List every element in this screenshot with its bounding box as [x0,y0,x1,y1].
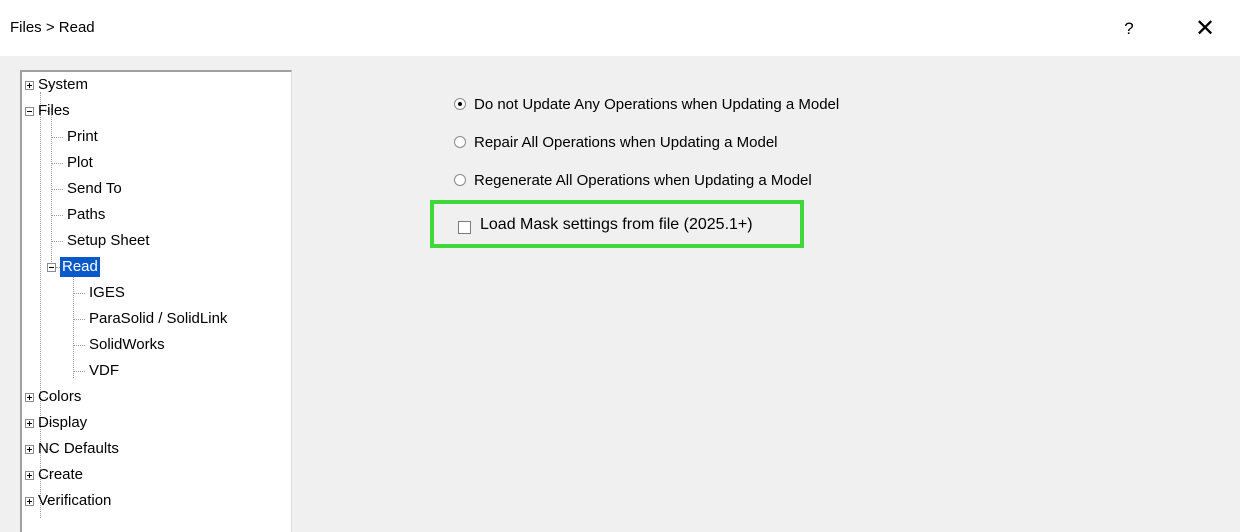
tree-connector [73,371,85,372]
expand-icon[interactable] [25,393,34,402]
tree-connector [73,293,85,294]
tree-connector [73,345,85,346]
highlight-frame: Load Mask settings from file (2025.1+) [430,200,804,248]
tree-item-paths[interactable]: Paths [67,202,105,228]
radio-label: Repair All Operations when Updating a Mo… [474,134,778,151]
collapse-icon[interactable] [25,107,34,116]
radio-label: Do not Update Any Operations when Updati… [474,96,840,113]
tree-connector [51,215,63,216]
close-button[interactable]: ✕ [1188,14,1222,44]
tree-item-verification[interactable]: Verification [38,488,111,514]
tree-item-colors[interactable]: Colors [38,384,81,410]
help-button[interactable]: ? [1114,14,1144,44]
expand-icon[interactable] [25,419,34,428]
tree-item-setup-sheet[interactable]: Setup Sheet [67,228,150,254]
expand-icon[interactable] [25,81,34,90]
tree-connector [51,241,63,242]
tree-item-print[interactable]: Print [67,124,98,150]
title-bar: Files > Read ? ✕ [0,0,1240,56]
tree-connector [51,189,63,190]
expand-icon[interactable] [25,445,34,454]
load-mask-checkbox[interactable] [458,221,471,234]
tree-item-iges[interactable]: IGES [89,280,125,306]
radio-label: Regenerate All Operations when Updating … [474,172,812,189]
tree-item-plot[interactable]: Plot [67,150,93,176]
load-mask-label[interactable]: Load Mask settings from file (2025.1+) [480,216,753,234]
tree-connector [51,163,63,164]
radio-button[interactable] [454,136,466,148]
tree-connector [51,137,63,138]
tree-connector [51,108,52,268]
radio-button[interactable] [454,98,466,110]
tree-item-read[interactable]: Read [60,254,100,280]
tree-item-display[interactable]: Display [38,410,87,436]
collapse-icon[interactable] [47,263,56,272]
tree-item-nc-defaults[interactable]: NC Defaults [38,436,119,462]
tree-item-vdf[interactable]: VDF [89,358,119,384]
expand-icon[interactable] [25,471,34,480]
tree-item-send-to[interactable]: Send To [67,176,122,202]
expand-icon[interactable] [25,497,34,506]
radio-button[interactable] [454,174,466,186]
tree-item-solidworks[interactable]: SolidWorks [89,332,165,358]
window-title: Files > Read [10,19,95,36]
options-tree[interactable]: System Files Print Plot Send To Paths Se… [20,70,292,532]
settings-pane: Do not Update Any Operations when Updati… [300,56,1240,522]
selected-label: Read [60,257,100,277]
tree-item-system[interactable]: System [38,72,88,98]
tree-container: System Files Print Plot Send To Paths Se… [22,72,291,532]
tree-connector [73,319,85,320]
tree-item-files[interactable]: Files [38,98,70,124]
tree-item-create[interactable]: Create [38,462,83,488]
tree-item-parasolid[interactable]: ParaSolid / SolidLink [89,306,227,332]
tree-connector [73,264,74,378]
